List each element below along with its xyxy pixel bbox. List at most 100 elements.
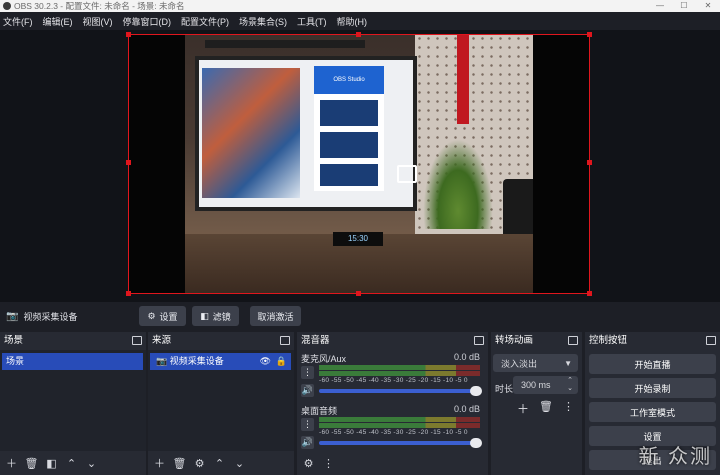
scene-item[interactable]: 场景 (2, 353, 143, 370)
monitor-screenshot (320, 164, 378, 186)
transition-menu-icon[interactable]: ⋮ (563, 400, 574, 413)
menu-view[interactable]: 视图(V) (83, 15, 113, 28)
mixer-tracks: 麦克风/Aux 0.0 dB ⋮ -60 -55 -50 -45 -40 -35… (297, 350, 488, 451)
sources-toolbar: ＋ 🗑 ⚙ ⌃ ⌄ (148, 451, 294, 475)
menu-help[interactable]: 帮助(H) (337, 15, 368, 28)
menu-tools[interactable]: 工具(T) (297, 15, 327, 28)
volume-slider-knob[interactable] (470, 386, 482, 396)
sources-list[interactable]: 📷 视频采集设备 👁 🔒 (148, 350, 294, 451)
undock-icon[interactable] (474, 336, 484, 345)
undock-icon[interactable] (132, 336, 142, 345)
transitions-dock: 转场动画 淡入淡出 ▼ 时长 300 ms ⌃ ⌄ ＋ 🗑 ⋮ (491, 332, 582, 475)
scenes-title: 场景 (4, 335, 24, 346)
transition-type: 淡入淡出 (501, 358, 538, 369)
transition-select[interactable]: 淡入淡出 ▼ (493, 354, 578, 372)
resize-handle[interactable] (356, 291, 361, 296)
track-menu-icon[interactable]: ⋮ (301, 366, 314, 379)
transitions-header: 转场动画 (491, 332, 582, 350)
deactivate-label: 取消激活 (257, 311, 294, 322)
scenes-header: 场景 (0, 332, 146, 350)
start-streaming-button[interactable]: 开始直播 (589, 354, 716, 374)
spin-arrows-icon[interactable]: ⌃ ⌄ (567, 377, 573, 393)
source-item[interactable]: 📷 视频采集设备 👁 🔒 (150, 353, 291, 370)
trash-icon[interactable]: 🗑 (171, 455, 188, 472)
source-settings-button[interactable]: ⚙ 设置 (139, 306, 186, 326)
watermark: 新 众测 (638, 446, 712, 468)
window-title: OBS 30.2.3 - 配置文件: 未命名 - 场景: 未命名 (14, 1, 185, 11)
source-settings-label: 设置 (159, 311, 178, 322)
controls-title: 控制按钮 (589, 335, 628, 346)
resize-handle[interactable] (126, 32, 131, 37)
sources-title: 来源 (152, 335, 172, 346)
resize-handle[interactable] (587, 32, 592, 37)
add-icon[interactable]: ＋ (517, 400, 529, 417)
track-name: 麦克风/Aux (301, 354, 347, 364)
undock-icon[interactable] (568, 336, 578, 345)
speaker-icon[interactable]: 🔊 (301, 384, 314, 397)
menu-scene-collection[interactable]: 场景集合(S) (239, 15, 287, 28)
scenes-list[interactable]: 场景 (0, 350, 146, 451)
undock-icon[interactable] (280, 336, 290, 345)
move-up-icon[interactable]: ⌃ (211, 455, 228, 472)
monitor-screenshot (320, 100, 378, 126)
selected-source-name: 视频采集设备 (23, 311, 78, 322)
duration-label: 时长 (495, 384, 514, 394)
resize-handle[interactable] (126, 160, 131, 165)
monitor-left-window (202, 68, 300, 198)
volume-slider[interactable] (319, 386, 482, 396)
volume-slider[interactable] (319, 438, 482, 448)
source-filters-button[interactable]: ◧ 滤镜 (192, 306, 239, 326)
resize-handle[interactable] (587, 160, 592, 165)
speaker-icon[interactable]: 🔊 (301, 436, 314, 449)
scene-item-label: 场景 (6, 356, 25, 366)
track-menu-icon[interactable]: ⋮ (301, 418, 314, 431)
studio-mode-button[interactable]: 工作室模式 (589, 402, 716, 422)
scenes-dock: 场景 场景 ＋ 🗑 ◧ ⌃ ⌄ (0, 332, 146, 475)
resize-handle[interactable] (587, 291, 592, 296)
lock-icon[interactable]: 🔒 (276, 353, 287, 370)
menu-edit[interactable]: 编辑(E) (43, 15, 73, 28)
resize-handle[interactable] (356, 32, 361, 37)
eye-icon[interactable]: 👁 (260, 353, 271, 370)
move-up-icon[interactable]: ⌃ (63, 455, 80, 472)
add-icon[interactable]: ＋ (151, 455, 168, 472)
maximize-button[interactable]: ☐ (672, 0, 696, 12)
gear-icon[interactable]: ⚙ (191, 455, 208, 472)
menu-profile[interactable]: 配置文件(P) (181, 15, 229, 28)
start-recording-button[interactable]: 开始录制 (589, 378, 716, 398)
meter-ticks: -60 -55 -50 -45 -40 -35 -30 -25 -20 -15 … (319, 429, 468, 436)
controls-header: 控制按钮 (585, 332, 720, 350)
sources-dock: 来源 📷 视频采集设备 👁 🔒 ＋ 🗑 ⚙ ⌃ ⌄ (148, 332, 294, 475)
trash-icon[interactable]: 🗑 (539, 400, 553, 413)
mixer-track: 桌面音频 0.0 dB ⋮ -60 -55 -50 -45 -40 -35 -3… (297, 402, 488, 454)
menu-file[interactable]: 文件(F) (3, 15, 33, 28)
mixer-header: 混音器 (297, 332, 488, 350)
deactivate-button[interactable]: 取消激活 (250, 306, 301, 326)
mixer-menu-icon[interactable]: ⋮ (320, 455, 337, 472)
close-button[interactable]: ✕ (696, 0, 720, 12)
undock-icon[interactable] (706, 336, 716, 345)
monitor: OBS Studio (195, 56, 417, 211)
menu-docks[interactable]: 停靠窗口(D) (123, 15, 172, 28)
duration-spinbox[interactable]: 300 ms ⌃ ⌄ (513, 376, 578, 394)
advanced-audio-gear-icon[interactable]: ⚙ (300, 455, 317, 472)
studio-mode-label: 工作室模式 (629, 407, 675, 418)
selected-source: 📷 视频采集设备 (6, 310, 77, 323)
track-name: 桌面音频 (301, 406, 338, 416)
scenes-toolbar: ＋ 🗑 ◧ ⌃ ⌄ (0, 451, 146, 475)
source-filters-label: 滤镜 (212, 311, 231, 322)
move-down-icon[interactable]: ⌄ (231, 455, 248, 472)
preview-canvas[interactable]: OBS Studio 15:30 (128, 34, 590, 294)
scene-filters-icon[interactable]: ◧ (43, 455, 60, 472)
filter-icon: ◧ (200, 310, 209, 321)
monitor-obs-banner: OBS Studio (314, 66, 384, 94)
menu-bar: 文件(F) 编辑(E) 视图(V) 停靠窗口(D) 配置文件(P) 场景集合(S… (0, 12, 720, 30)
move-down-icon[interactable]: ⌄ (83, 455, 100, 472)
track-db: 0.0 dB (453, 404, 480, 414)
add-icon[interactable]: ＋ (3, 455, 20, 472)
resize-handle[interactable] (126, 291, 131, 296)
volume-slider-knob[interactable] (470, 438, 482, 448)
trash-icon[interactable]: 🗑 (23, 455, 40, 472)
source-item-label: 视频采集设备 (169, 356, 224, 366)
minimize-button[interactable]: — (648, 0, 672, 12)
